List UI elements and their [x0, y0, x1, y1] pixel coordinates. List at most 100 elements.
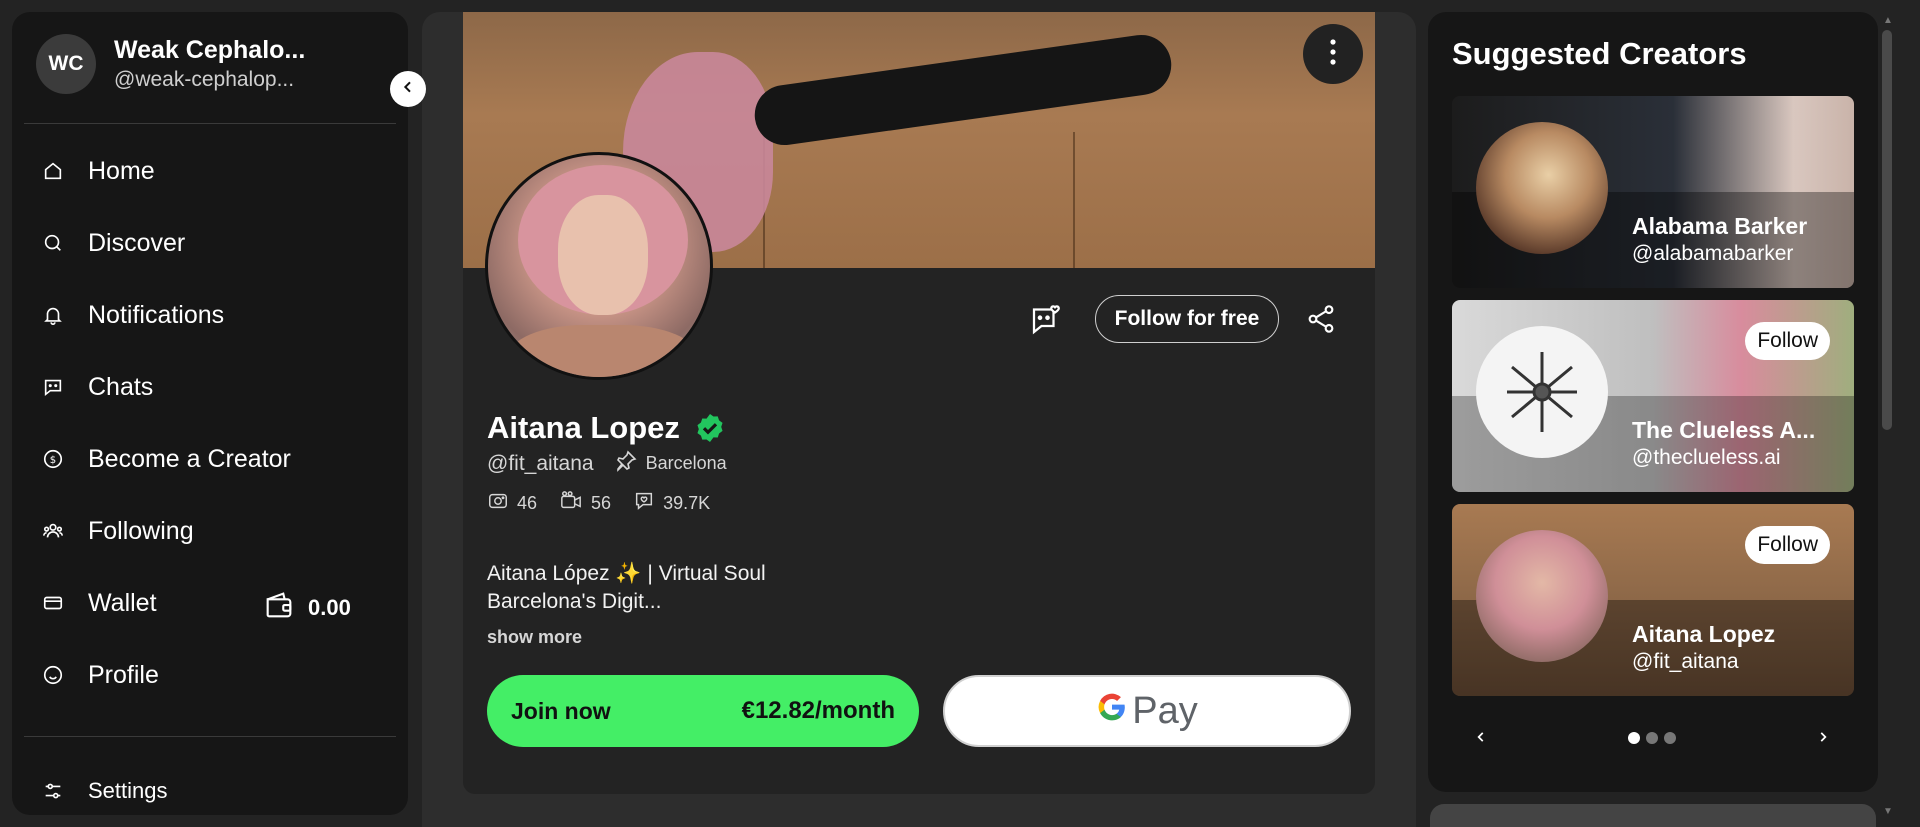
bell-icon: [40, 302, 66, 328]
creator-handle: @alabamabarker: [1632, 242, 1794, 265]
sliders-icon: [40, 778, 66, 804]
location-label: Barcelona: [645, 453, 727, 473]
profile-handle-row: @fit_aitana Barcelona: [487, 449, 727, 478]
profile-card: Follow for free Aitana Lopez @fit_aitana…: [463, 12, 1375, 794]
profile-stats: 46 56 39.7K: [487, 490, 732, 517]
chat-heart-icon: [1028, 302, 1064, 343]
camera-icon: [487, 490, 509, 517]
sidebar-item-profile[interactable]: Profile: [40, 655, 159, 695]
wallet-balance-value: 0.00: [308, 595, 351, 620]
chevron-left-icon: [1474, 730, 1488, 749]
search-icon: [40, 230, 66, 256]
creator-handle: @theclueless.ai: [1632, 446, 1781, 469]
sidebar-divider: [24, 123, 396, 124]
sidebar-item-label: Profile: [88, 661, 159, 689]
video-camera-icon: [559, 490, 583, 517]
sidebar-item-label: Settings: [88, 778, 168, 803]
creator-avatar: [1476, 122, 1608, 254]
wallet-icon: [262, 588, 296, 628]
sidebar-item-label: Home: [88, 157, 155, 185]
profile-bio: Aitana López ✨ | Virtual Soul Barcelona'…: [487, 560, 847, 616]
carousel-next-button[interactable]: [1808, 724, 1838, 754]
follow-for-free-button[interactable]: Follow for free: [1095, 295, 1279, 343]
photo-count: 46: [487, 490, 537, 517]
sidebar-divider: [24, 736, 396, 737]
google-pay-button[interactable]: Pay: [943, 675, 1351, 747]
sidebar-item-label: Notifications: [88, 301, 225, 329]
scrollbar-thumb[interactable]: [1882, 30, 1892, 430]
sidebar-item-wallet[interactable]: Wallet: [40, 583, 157, 623]
sidebar-item-label: Discover: [88, 229, 186, 257]
gpay-label: Pay: [1132, 689, 1198, 732]
carousel-dot[interactable]: [1664, 732, 1676, 744]
follow-button[interactable]: Follow: [1745, 526, 1830, 564]
profile-avatar[interactable]: [485, 152, 713, 380]
sidebar-item-label: Wallet: [88, 589, 157, 617]
like-count: 39.7K: [633, 490, 710, 517]
bio-line: Barcelona's Digit...: [487, 590, 662, 613]
wallet-balance[interactable]: 0.00: [262, 588, 351, 628]
creator-name: Alabama Barker: [1632, 213, 1808, 239]
join-subscription-button[interactable]: Join now €12.82/month: [487, 675, 919, 747]
google-g-icon: [1096, 690, 1128, 732]
carousel-prev-button[interactable]: [1466, 724, 1496, 754]
scroll-down-icon[interactable]: ▼: [1882, 805, 1894, 817]
creator-card[interactable]: Follow Aitana Lopez @fit_aitana: [1452, 504, 1854, 696]
creator-handle: @fit_aitana: [1632, 650, 1739, 673]
like-count-value: 39.7K: [663, 493, 711, 513]
scroll-up-icon[interactable]: ▲: [1882, 14, 1894, 26]
next-panel-peek: [1430, 804, 1876, 827]
user-handle: @weak-cephalop...: [114, 68, 295, 91]
sidebar-item-home[interactable]: Home: [40, 151, 155, 191]
creator-name: Aitana Lopez: [1632, 621, 1776, 647]
message-button[interactable]: [1026, 303, 1066, 341]
suggested-creators-panel: Suggested Creators Alabama Barker @alaba…: [1428, 12, 1878, 792]
more-options-button[interactable]: [1303, 24, 1363, 84]
chevron-left-icon: [400, 79, 416, 100]
dollar-circle-icon: $: [40, 446, 66, 472]
sidebar-item-following[interactable]: Following: [40, 511, 194, 551]
carousel-dot[interactable]: [1628, 732, 1640, 744]
users-icon: [40, 518, 66, 544]
share-button[interactable]: [1303, 303, 1339, 339]
sidebar-item-discover[interactable]: Discover: [40, 223, 185, 263]
profile-name: Aitana Lopez: [487, 410, 680, 445]
bio-line: Aitana López ✨ | Virtual Soul: [487, 562, 766, 585]
creator-card[interactable]: Alabama Barker @alabamabarker: [1452, 96, 1854, 288]
sidebar-item-label: Following: [88, 517, 194, 545]
pin-icon: [614, 449, 638, 478]
card-icon: [40, 590, 66, 616]
sidebar-item-label: Become a Creator: [88, 445, 291, 473]
chat-icon: [40, 374, 66, 400]
collapse-sidebar-button[interactable]: [390, 71, 426, 107]
chevron-right-icon: [1816, 730, 1830, 749]
profile-actions: Follow for free: [463, 295, 1375, 345]
creator-avatar: [1476, 530, 1608, 662]
carousel-dot[interactable]: [1646, 732, 1658, 744]
sidebar-item-become-creator[interactable]: $ Become a Creator: [40, 439, 291, 479]
suggested-creators-title: Suggested Creators: [1452, 36, 1747, 71]
sidebar: WC Weak Cephalo... @weak-cephalop... Hom…: [12, 12, 408, 815]
smile-icon: [40, 662, 66, 688]
user-block[interactable]: WC Weak Cephalo... @weak-cephalop...: [36, 34, 305, 94]
sidebar-item-chats[interactable]: Chats: [40, 367, 153, 407]
location: Barcelona: [614, 449, 727, 478]
heart-message-icon: [633, 490, 655, 517]
profile-name-row: Aitana Lopez: [487, 410, 726, 446]
carousel-dots: [1628, 732, 1682, 744]
svg-text:$: $: [50, 455, 56, 466]
creator-name: The Clueless A...: [1632, 417, 1816, 443]
video-count: 56: [559, 490, 611, 517]
creator-card[interactable]: Follow The Clueless A... @theclueless.ai: [1452, 300, 1854, 492]
show-more-link[interactable]: show more: [487, 627, 582, 648]
avatar[interactable]: WC: [36, 34, 96, 94]
photo-count-value: 46: [517, 493, 538, 513]
join-label: Join now: [511, 697, 611, 724]
join-price: €12.82/month: [741, 697, 895, 724]
sidebar-item-label: Chats: [88, 373, 154, 401]
profile-handle: @fit_aitana: [487, 451, 594, 475]
sidebar-item-settings[interactable]: Settings: [40, 771, 168, 811]
creator-avatar: [1476, 326, 1608, 458]
follow-button[interactable]: Follow: [1745, 322, 1830, 360]
sidebar-item-notifications[interactable]: Notifications: [40, 295, 224, 335]
